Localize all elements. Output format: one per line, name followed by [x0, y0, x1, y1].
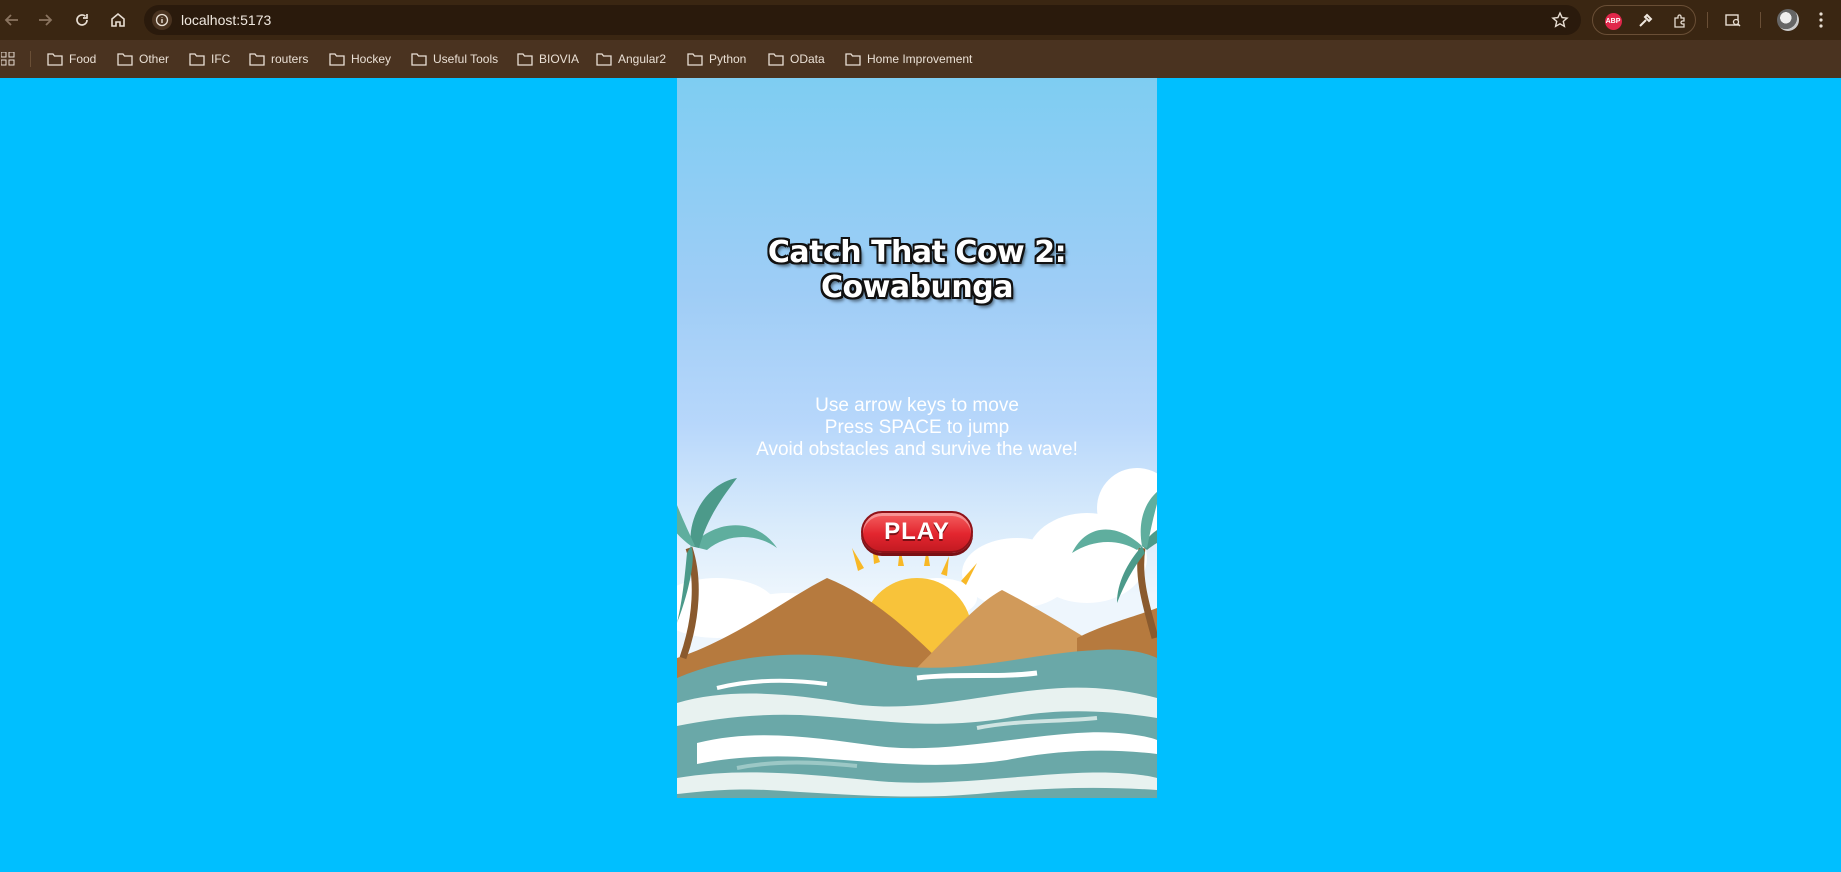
play-button[interactable]: PLAY: [861, 511, 973, 553]
home-icon: [111, 12, 125, 27]
bookmark-item[interactable]: Useful Tools: [411, 49, 498, 69]
avatar[interactable]: [1777, 9, 1799, 31]
instruction-line: Press SPACE to jump: [824, 417, 1010, 438]
game-canvas[interactable]: Catch That Cow 2: Cowabunga Use arrow ke…: [677, 78, 1157, 798]
menu-icon[interactable]: [1818, 10, 1824, 30]
apps-icon[interactable]: [1, 52, 15, 66]
folder-icon: [596, 53, 612, 66]
bookmark-item[interactable]: Hockey: [329, 49, 391, 69]
eyedropper-icon: [1639, 13, 1653, 27]
bookmarks-bar: Food Other IFC routers Hockey Useful Tools BIO…: [0, 40, 1841, 78]
site-info-button[interactable]: [152, 10, 172, 30]
bookmark-item[interactable]: Python: [687, 49, 746, 69]
extensions-group: ABP: [1592, 5, 1696, 35]
forward-button[interactable]: [33, 8, 57, 32]
bookmark-label: routers: [271, 52, 309, 66]
bookmark-item[interactable]: IFC: [189, 49, 230, 69]
adblock-icon: ABP: [1604, 12, 1622, 30]
bookmark-star-icon[interactable]: [1551, 11, 1569, 29]
bookmark-item[interactable]: BIOVIA: [517, 49, 579, 69]
bookmark-item[interactable]: routers: [249, 49, 308, 69]
folder-icon: [47, 53, 63, 66]
bookmark-label: Other: [139, 52, 170, 66]
browser-toolbar: localhost:5173 ABP: [0, 0, 1841, 40]
bookmark-item[interactable]: Food: [47, 49, 96, 69]
extensions-icon: [1674, 14, 1685, 28]
bookmark-label: Useful Tools: [433, 52, 499, 66]
bookmark-item[interactable]: OData: [768, 49, 825, 69]
ocean-waves: [677, 649, 1157, 798]
adblock-button[interactable]: ABP: [1604, 12, 1622, 30]
instructions: Use arrow keys to move Press SPACE to ju…: [677, 395, 1157, 461]
eyedropper-button[interactable]: [1636, 12, 1654, 30]
bookmark-item[interactable]: Angular2: [596, 49, 666, 69]
back-button[interactable]: [0, 8, 24, 32]
folder-icon: [768, 53, 784, 66]
toolbar-separator: [1760, 12, 1761, 28]
tab-search-icon: [1725, 14, 1741, 27]
url-text[interactable]: localhost:5173: [181, 12, 271, 28]
forward-icon: [39, 14, 53, 26]
bookmarks-separator: [30, 51, 31, 67]
instruction-line: Avoid obstacles and survive the wave!: [756, 439, 1078, 460]
tab-search-button[interactable]: [1721, 8, 1745, 32]
folder-icon: [687, 53, 703, 66]
bookmark-label: Food: [69, 52, 97, 66]
bookmark-item[interactable]: Home Improvement: [845, 49, 972, 69]
folder-icon: [249, 53, 265, 66]
home-button[interactable]: [106, 8, 130, 32]
bookmark-label: IFC: [211, 52, 231, 66]
toolbar-separator: [1707, 12, 1708, 28]
bookmark-label: OData: [790, 52, 825, 66]
folder-icon: [329, 53, 345, 66]
address-bar[interactable]: localhost:5173: [144, 5, 1581, 35]
folder-icon: [189, 53, 205, 66]
reload-button[interactable]: [70, 8, 94, 32]
site-info-icon: [155, 13, 169, 27]
game-title: Catch That Cow 2: Cowabunga: [767, 235, 1067, 305]
bookmark-item[interactable]: Other: [117, 49, 169, 69]
folder-icon: [411, 53, 427, 66]
bookmark-label: Hockey: [351, 52, 392, 66]
folder-icon: [845, 53, 861, 66]
instruction-line: Use arrow keys to move: [815, 395, 1019, 416]
bookmark-label: BIOVIA: [539, 52, 580, 66]
bookmark-label: Angular2: [618, 52, 667, 66]
bookmark-label: Home Improvement: [867, 52, 973, 66]
back-icon: [4, 14, 18, 26]
bookmark-label: Python: [709, 52, 747, 66]
folder-icon: [117, 53, 133, 66]
extensions-button[interactable]: [1671, 12, 1689, 30]
reload-icon: [76, 14, 88, 26]
folder-icon: [517, 53, 533, 66]
